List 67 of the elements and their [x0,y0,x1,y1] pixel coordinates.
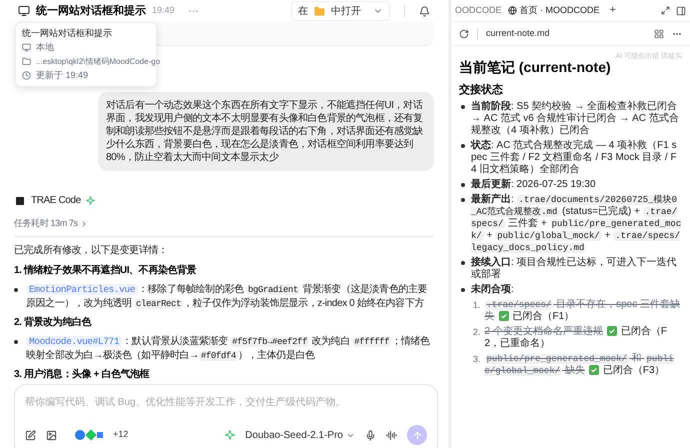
monitor-icon [18,5,30,17]
task-duration[interactable]: 任务耗时 13m 7s [14,217,88,230]
monitor-icon [22,43,31,52]
edit-icon[interactable] [25,430,36,440]
more-button[interactable]: ··· [188,4,199,18]
bell-icon[interactable] [419,6,430,16]
list-item-text: 2 个变更文档命名严重违规 已闭合（F2，已重命名） [484,326,668,350]
list-item-text: 未闭合项: [471,284,514,296]
section-heading: 3. 用户消息：头像 + 白色气泡框 [14,368,150,382]
list-item-text: 当前阶段: S5 契约校验 → 全面检查补救已闭合 → AC 范式 v6 合规性审计已闭合 → AC 范式合规整改（4 项补救）已闭合 [471,101,680,137]
note-title: 当前笔记 (current-note) [459,58,611,76]
section-heading: 1. 情绪粒子效果不再遮挡UI、不再染色背景 [14,264,198,278]
bullet-icon [461,105,465,109]
bullet-icon [14,340,18,344]
sparkle-icon [225,430,236,440]
sparkle-icon [86,196,95,205]
new-tab-button[interactable]: + [610,2,616,19]
list-item-text: public/pre_generated_mock/ 和 public/global_mock/ 缺失 已闭合（F3） [484,353,675,377]
browser-tab[interactable]: 首页 · MOODCODE [508,4,600,18]
file-link[interactable]: EmotionParticles.vue [26,284,138,294]
arrow-up-icon [412,430,422,440]
microphone-icon[interactable] [365,430,376,440]
expand-icon[interactable] [661,6,670,15]
folder-icon [314,6,325,16]
user-message-bubble: 对话后有一个动态效果这个东西在所有文字下显示，不能遮挡任何UI，对话界面，我发现用户侧的文本不太明显要有头像和白色背景的气泡框，还有复制和朗读那些按钮不是悬浮而是跟着每段话的右下角，对话界面还有感觉缺少什么东西，背景要白色，现在怎么是淡青色，对话框空间利用率要达到80%，防止空着太大而中间文本显示太少 [98,92,434,171]
chat-title: 统一网站对话框和提示 [36,4,146,19]
open-in-button[interactable]: 在 中打开 [291,1,390,21]
list-item-text: 状态: AC 范式合规整改完成 — 4 项补救（F1 spec 三件套 / F2 文档重命名 / F3 Mock 目录 / F4 旧文档策略）全部闭合 [471,140,678,176]
file-name: current-note.md [486,26,550,40]
plugin-count: +12 [113,428,128,442]
panel-icon[interactable] [676,6,686,16]
updated-time: 更新于 19:49 [36,70,88,81]
model-selector[interactable]: Doubao-Seed-2.1-Pro [245,428,355,442]
grid-icon[interactable] [654,28,664,38]
chat-time: 19:49 [152,4,175,18]
prompt-input[interactable]: 帮你编写代码、调试 Bug、优化性能等开发工作，交付生产级代码产物。 [25,395,427,410]
location-label: 本地 [36,42,54,53]
clock-icon [22,71,31,80]
list-item-text: .trae/specs/ 目录不存在，spec 三件套缺失 已闭合（F1） [484,299,682,323]
list-item-text: 接续入口: 项目合规性已达标，可进入下一迭代或部署 [471,257,678,281]
waveform-icon[interactable] [386,430,397,440]
bullet-icon [14,288,18,292]
bullet-icon [461,144,465,148]
section-heading: 交接状态 [459,84,504,96]
refresh-icon[interactable] [459,28,469,38]
image-icon[interactable] [46,430,57,440]
bot-avatar-icon [14,194,26,206]
section-heading: 2. 背景改为纯白色 [14,316,92,330]
list-item-text: 最后更新: 2026-07-25 19:30 [471,179,596,191]
list-number: 1. [473,299,481,312]
list-item-text: EmotionParticles.vue ：移除了每帧绘制的彩色 bgGradient 背景渐变（这是淡青色的主要原因之一），改为纯透明 clearRect ，粒子仅作为浮动装饰层显示，z-index 0 始终在内容下方 [26,282,428,310]
globe-icon [508,6,517,15]
bullet-icon [461,261,465,265]
assistant-name: TRAE Code [31,194,81,208]
bullet-icon [461,198,465,202]
paragraph: 已完成所有修改，以下是变更详情： [14,244,169,258]
list-item-text: 最新产出: .trae/documents/20260725_模块0_AC范式合规整改.md (status=已完成) + .trae/specs/ 三件套 + public/pre_generated_mock/ + public/global_mock/ + .trae/specs/legacy_docs_policy.md [471,194,682,254]
popover-title: 统一网站对话框和提示 [22,28,113,39]
bullet-icon [461,183,465,187]
folder-icon [22,57,31,66]
bullet-icon [461,288,465,292]
folder-path: ...esktop\qkl2\情绪码MoodCode-go [36,56,160,67]
file-link[interactable]: Moodcode.vue#L771 [26,336,122,346]
list-number: 3. [473,353,481,366]
list-number: 2. [473,326,481,339]
browser-tab[interactable]: OODCODE [455,4,502,18]
list-item-text: Moodcode.vue#L771 ：默认背景从淡蓝紫渐变 #f5f7fb→#eef2ff 改为纯白 #ffffff ；情绪色映射全部改为白→极淡色（如平静时白→ #f0fdf4 ），主体仍是白色 [26,334,431,362]
